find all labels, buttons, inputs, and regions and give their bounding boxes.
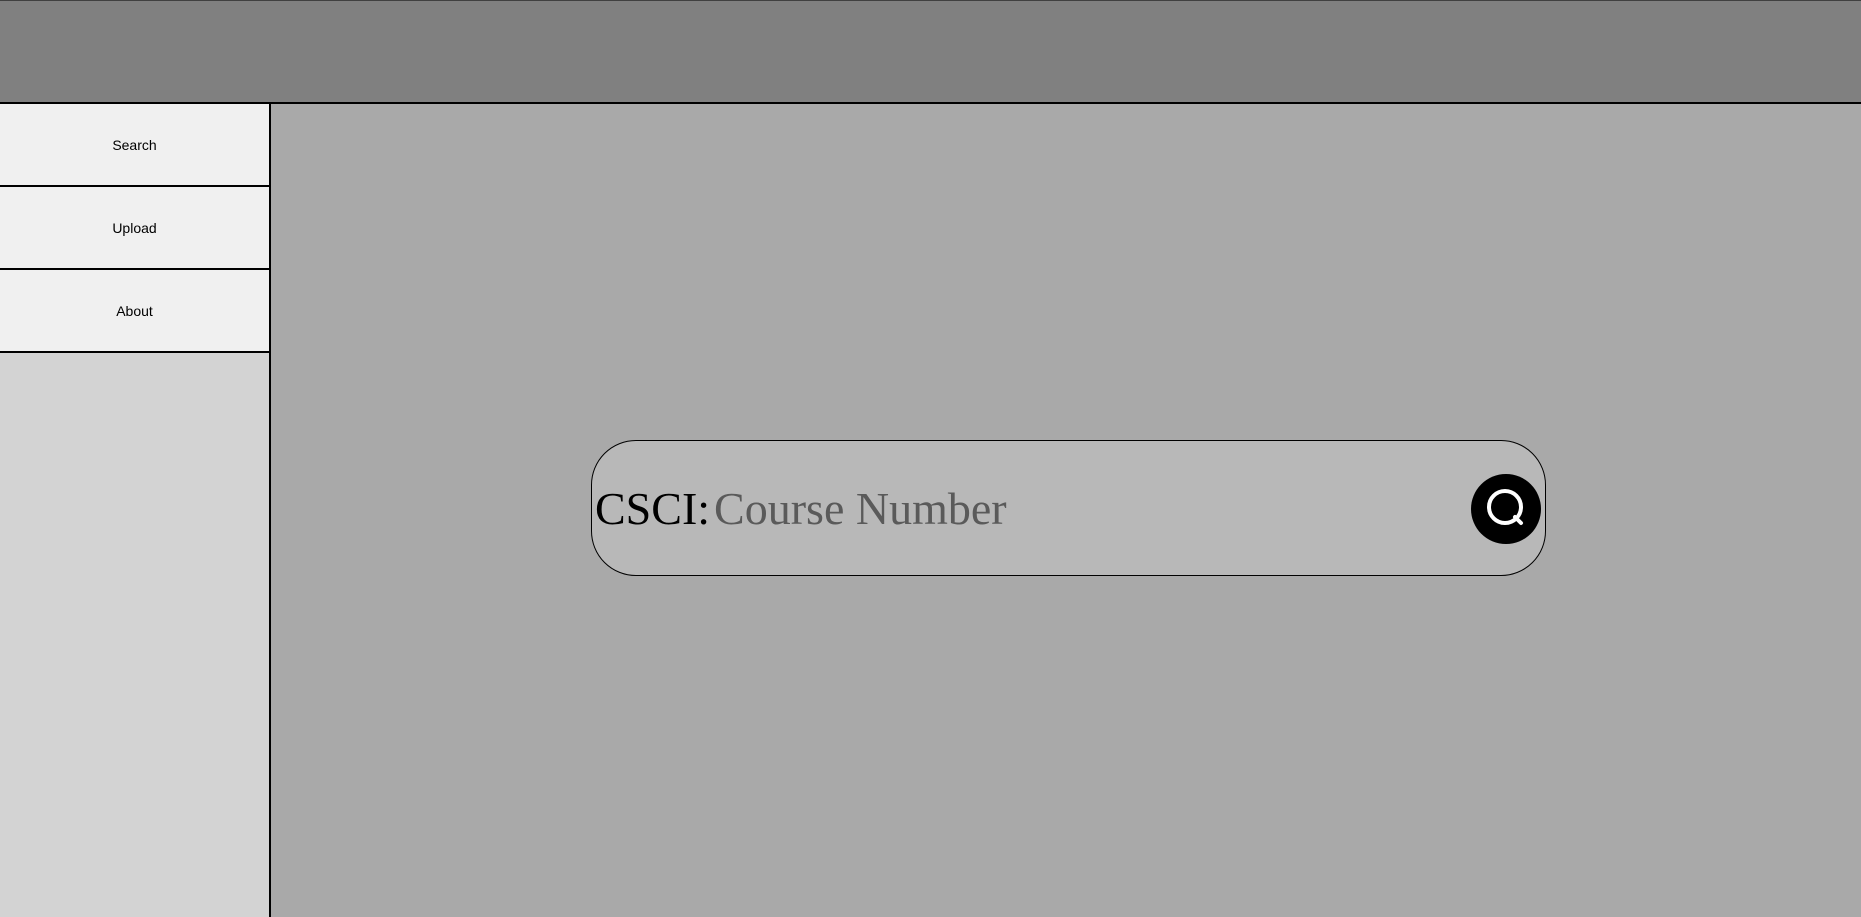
sidebar-item-label: Upload bbox=[112, 219, 157, 236]
sidebar-item-label: About bbox=[116, 302, 153, 319]
sidebar-item-upload[interactable]: Upload bbox=[0, 187, 269, 270]
search-icon bbox=[1484, 486, 1528, 533]
sidebar-item-about[interactable]: About bbox=[0, 270, 269, 353]
sidebar-item-search[interactable]: Search bbox=[0, 104, 269, 187]
course-number-input[interactable] bbox=[710, 481, 1455, 535]
top-header-bar bbox=[0, 0, 1861, 104]
sidebar: Search Upload About bbox=[0, 104, 271, 917]
course-prefix-label: CSCI: bbox=[595, 482, 711, 534]
sidebar-item-label: Search bbox=[112, 136, 157, 153]
search-button[interactable] bbox=[1471, 474, 1541, 544]
course-search-box: CSCI: bbox=[591, 440, 1546, 576]
